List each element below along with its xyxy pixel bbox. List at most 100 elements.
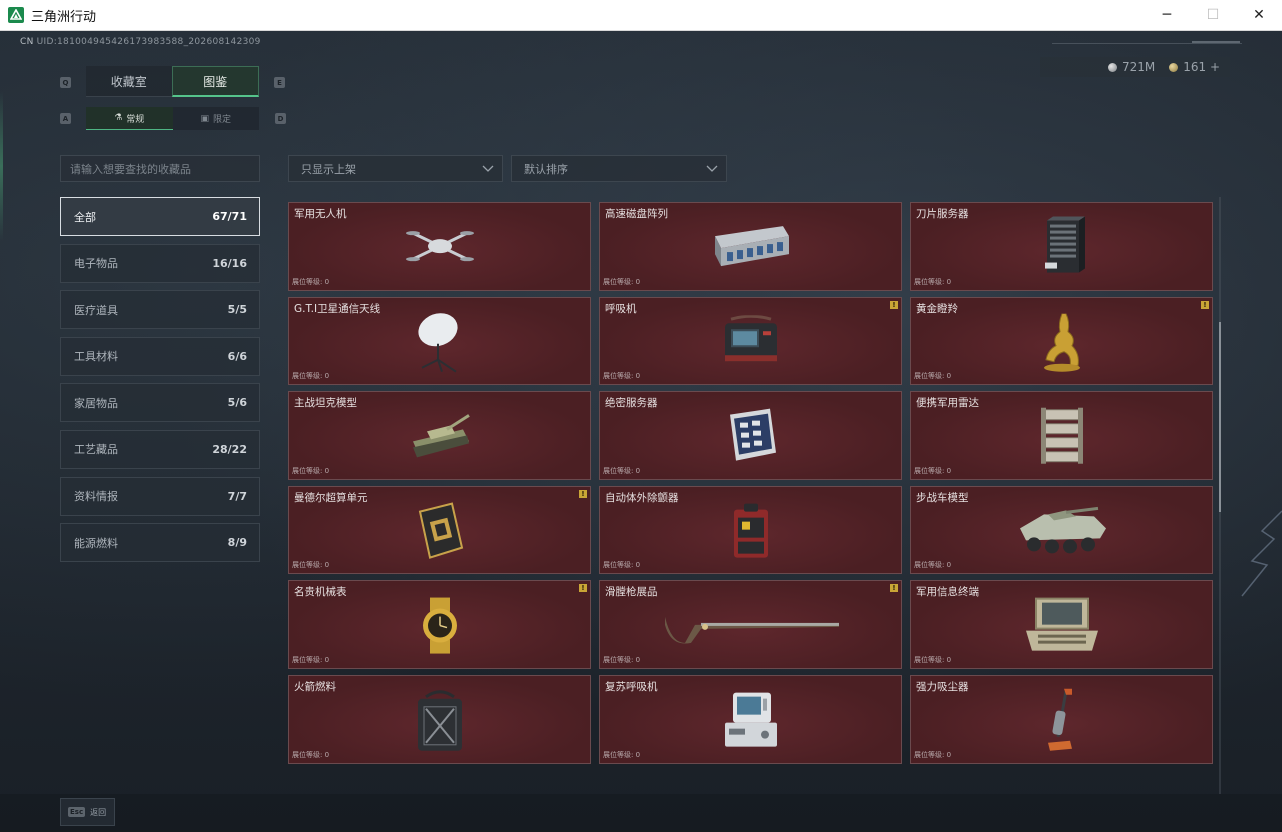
flask-icon: ⚗ xyxy=(114,113,123,123)
collection-item-card[interactable]: 步战车模型 展位等级: 0 xyxy=(910,485,1213,575)
search-input[interactable]: 请输入想要查找的收藏品 xyxy=(60,155,260,182)
collection-item-card[interactable]: 黄金瞪羚! 展位等级: 0 xyxy=(910,296,1213,386)
fuel-can-icon xyxy=(412,687,468,757)
app-logo-icon xyxy=(8,7,24,23)
key-hint-a: A xyxy=(60,113,71,124)
minimize-button[interactable]: ─ xyxy=(1144,0,1190,31)
collection-item-card[interactable]: 主战坦克模型 展位等级: 0 xyxy=(288,391,591,480)
sort-dropdown[interactable]: 默认排序 xyxy=(511,155,727,182)
maximize-button[interactable]: ☐ xyxy=(1190,0,1236,31)
item-grid: 军用无人机 展位等级: 0 高速磁盘阵列 展位等级: 0 刀片服务器 展位等级: 0 G.T… xyxy=(288,202,1213,764)
collection-item-card[interactable]: 便携军用雷达展位等级: 0 xyxy=(910,391,1213,480)
currency-gold[interactable]: 161 + xyxy=(1169,60,1220,74)
resuscitator-icon xyxy=(721,689,781,755)
item-name: 火箭燃料 xyxy=(294,680,336,693)
secret-server-icon xyxy=(720,405,782,471)
collection-item-card[interactable]: 军用无人机 展位等级: 0 xyxy=(288,202,591,291)
sort-value: 默认排序 xyxy=(524,162,568,176)
display-level: 展位等级: 0 xyxy=(914,655,952,664)
chevron-down-icon xyxy=(706,165,718,172)
terminal-icon xyxy=(1022,594,1102,660)
display-level: 展位等级: 0 xyxy=(914,277,952,286)
sub-tabs: ⚗ 常规 ▣ 限定 xyxy=(86,107,259,130)
scrollbar-thumb[interactable] xyxy=(1219,322,1221,512)
drone-icon xyxy=(405,221,475,275)
display-level: 展位等级: 0 xyxy=(914,750,952,759)
item-name: 自动体外除颤器 xyxy=(605,491,679,504)
display-level: 展位等级: 0 xyxy=(914,561,952,570)
display-level: 展位等级: 0 xyxy=(603,372,641,381)
category-all[interactable]: 全部 67/71 xyxy=(60,197,260,236)
category-crafts[interactable]: 工艺藏品 28/22 xyxy=(60,429,260,469)
category-medical[interactable]: 医疗道具 5/5 xyxy=(60,290,260,330)
region-label: CN xyxy=(20,37,34,47)
subtab-limited[interactable]: ▣ 限定 xyxy=(172,107,259,130)
key-hint-q: Q xyxy=(60,77,71,88)
collection-item-card[interactable]: 曼德尔超算单元! 展位等级: 0 xyxy=(288,485,591,575)
back-button[interactable]: Esc 返回 xyxy=(60,798,115,826)
collection-item-card[interactable]: 自动体外除颤器 展位等级: 0 xyxy=(599,485,902,575)
golden-gazelle-icon xyxy=(1032,310,1092,378)
defibrillator-icon xyxy=(728,500,774,566)
category-household[interactable]: 家居物品 5/6 xyxy=(60,383,260,423)
item-name: 强力吸尘器 xyxy=(916,680,969,693)
uid-value: UID:181004945426173983588_202608142309 xyxy=(36,37,261,47)
chevron-down-icon xyxy=(482,165,494,172)
item-name: 主战坦克模型 xyxy=(294,397,357,410)
shelf-filter-value: 只显示上架 xyxy=(301,162,356,176)
collection-item-card[interactable]: 名贵机械表! 展位等级: 0 xyxy=(288,580,591,669)
collection-item-card[interactable]: 高速磁盘阵列 展位等级: 0 xyxy=(599,202,902,291)
collection-item-card[interactable]: 绝密服务器 展位等级: 0 xyxy=(599,391,902,480)
subtab-regular[interactable]: ⚗ 常规 xyxy=(86,107,173,130)
display-level: 展位等级: 0 xyxy=(603,466,641,475)
bottom-bar xyxy=(0,794,1282,832)
close-button[interactable]: ✕ xyxy=(1236,0,1282,31)
collection-item-card[interactable]: 复苏呼吸机 展位等级: 0 xyxy=(599,674,902,764)
category-electronics[interactable]: 电子物品 16/16 xyxy=(60,243,260,283)
category-list: 全部 67/71 电子物品 16/16 医疗道具 5/5 工具材料 6/6 家居物品 5/… xyxy=(60,197,260,570)
display-level: 展位等级: 0 xyxy=(914,372,952,381)
new-badge-icon: ! xyxy=(890,584,898,593)
item-name: 高速磁盘阵列 xyxy=(605,208,668,220)
watch-icon xyxy=(416,595,464,659)
game-viewport: CN UID:181004945426173983588_202608142309… xyxy=(0,31,1282,832)
item-name: 呼吸机 xyxy=(605,302,637,315)
esc-key-hint: Esc xyxy=(68,807,86,817)
collection-item-card[interactable]: 强力吸尘器展位等级: 0 xyxy=(910,674,1213,764)
tab-collection-room[interactable]: 收藏室 xyxy=(86,66,172,97)
category-tools[interactable]: 工具材料 6/6 xyxy=(60,336,260,376)
category-intel[interactable]: 资料情报 7/7 xyxy=(60,476,260,516)
radar-icon xyxy=(1035,404,1089,472)
main-tabs: 收藏室 图鉴 xyxy=(86,66,259,97)
new-badge-icon: ! xyxy=(579,489,587,498)
compute-unit-icon xyxy=(410,500,470,566)
collection-item-card[interactable]: 呼吸机! 展位等级: 0 xyxy=(599,296,902,386)
window-title: 三角洲行动 xyxy=(31,9,97,25)
item-name: 曼德尔超算单元 xyxy=(294,491,368,504)
key-hint-e: E xyxy=(274,77,285,88)
display-level: 展位等级: 0 xyxy=(292,655,330,664)
display-level: 展位等级: 0 xyxy=(603,655,641,664)
ventilator-icon xyxy=(721,314,781,371)
satellite-dish-icon xyxy=(412,310,468,378)
frame-icon: ▣ xyxy=(200,113,209,124)
collection-item-card[interactable]: G.T.I卫星通信天线 展位等级: 0 xyxy=(288,296,591,386)
shelf-filter-dropdown[interactable]: 只显示上架 xyxy=(288,155,503,182)
item-name: 复苏呼吸机 xyxy=(605,680,658,693)
item-name: 军用无人机 xyxy=(294,208,347,220)
item-name: 滑膛枪展品 xyxy=(605,586,658,599)
item-name: 黄金瞪羚 xyxy=(916,302,958,315)
category-energy[interactable]: 能源燃料 8/9 xyxy=(60,523,260,563)
collection-item-card[interactable]: 刀片服务器 展位等级: 0 xyxy=(910,202,1213,291)
collection-item-card[interactable]: 火箭燃料 展位等级: 0 xyxy=(288,674,591,764)
item-name: 便携军用雷达 xyxy=(916,397,979,410)
silver-coin-icon xyxy=(1107,63,1117,72)
display-level: 展位等级: 0 xyxy=(914,466,952,475)
window-controls: ─ ☐ ✕ xyxy=(1144,0,1282,31)
collection-item-card[interactable]: 滑膛枪展品! 展位等级: 0 xyxy=(599,580,902,669)
tab-catalog[interactable]: 图鉴 xyxy=(171,66,259,97)
back-label: 返回 xyxy=(90,807,107,817)
side-decoration xyxy=(0,91,3,241)
collection-item-card[interactable]: 军用信息终端 展位等级: 0 xyxy=(910,580,1213,669)
tank-model-icon xyxy=(407,408,473,468)
